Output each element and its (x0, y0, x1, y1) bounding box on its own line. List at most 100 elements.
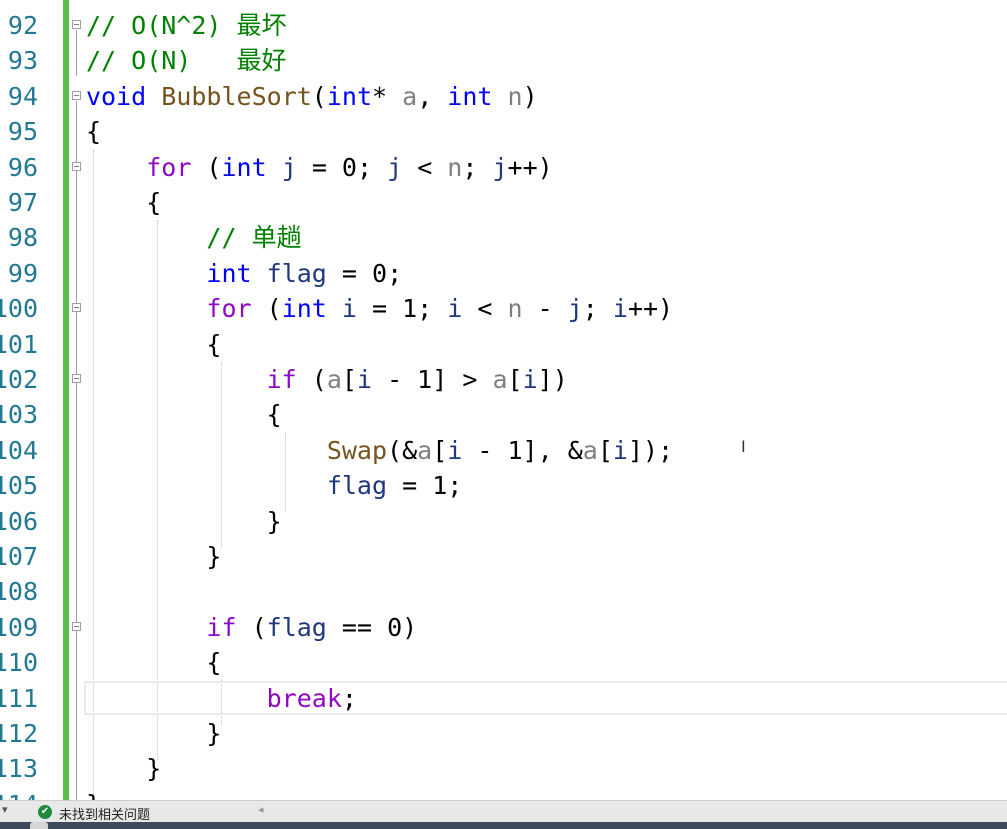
line-number: 93 (7, 46, 38, 76)
code-line[interactable]: { (86, 185, 161, 220)
code-token: break (266, 683, 342, 713)
code-token: a (326, 365, 342, 394)
code-line[interactable]: int flag = 0; (86, 256, 402, 291)
code-token: n (507, 294, 523, 324)
code-token: < (402, 152, 448, 182)
code-token: , (417, 81, 448, 111)
code-token: i (447, 294, 463, 324)
line-number: 104 (0, 435, 38, 465)
code-line[interactable]: { (86, 114, 101, 149)
line-number: 101 (0, 329, 38, 359)
code-token: ( (251, 294, 282, 324)
code-token: int (221, 152, 267, 182)
dropdown-arrow-icon[interactable]: ▾ (2, 803, 8, 816)
code-token: [ (597, 435, 613, 465)
code-token: } (86, 754, 162, 784)
code-token: for (206, 294, 252, 324)
code-token: * (372, 81, 403, 111)
fold-toggle-icon[interactable] (72, 622, 81, 631)
code-token: ; (582, 294, 613, 324)
code-token: i (522, 365, 538, 394)
line-number: 99 (7, 258, 38, 288)
code-token: = 0; (296, 152, 388, 182)
code-token: ; (462, 152, 493, 182)
change-tracking-bar (63, 0, 69, 800)
code-token: i (356, 365, 373, 394)
code-token: (& (387, 435, 418, 465)
code-line[interactable]: } (86, 716, 221, 751)
code-line[interactable]: break; (86, 681, 357, 716)
code-editor[interactable]: 92 93 94 95 96 97 98 99 100 101 102 103 104 105 106 107… (0, 0, 1007, 800)
code-token: for (146, 152, 192, 182)
line-number: 96 (7, 152, 38, 182)
fold-toggle-icon[interactable] (72, 20, 81, 29)
code-token: n (507, 81, 523, 111)
code-token: = 1; (356, 294, 448, 324)
fold-toggle-icon[interactable] (72, 374, 81, 383)
code-token: // O(N^2) 最坏 (86, 11, 287, 40)
code-token: n (447, 152, 463, 182)
code-line[interactable]: } (86, 751, 161, 786)
line-number: 106 (0, 506, 38, 536)
code-line[interactable]: { (86, 645, 221, 680)
line-number: 92 (7, 11, 38, 40)
code-token: } (86, 506, 282, 536)
code-token: { (86, 329, 222, 359)
code-line[interactable]: // 单趟 (86, 220, 301, 255)
code-token: flag (266, 612, 327, 642)
code-token: j (492, 152, 508, 182)
code-line[interactable]: Swap(&a[i - 1], &a[i]); (86, 433, 673, 468)
fold-line (76, 101, 77, 800)
issues-status-text[interactable]: 未找到相关问题 (59, 804, 150, 823)
code-line[interactable]: for (int i = 1; i < n - j; i++) (86, 291, 673, 326)
code-line[interactable]: if (a[i - 1] > a[i]) (86, 362, 568, 397)
code-token: } (86, 542, 222, 571)
scroll-left-icon[interactable]: ◂ (258, 803, 264, 816)
code-token: = 1; (387, 471, 463, 501)
code-token: [ (341, 365, 357, 394)
fold-toggle-icon[interactable] (72, 303, 81, 312)
code-token: - 1] > (372, 365, 493, 394)
code-line[interactable]: // O(N^2) 最坏 (86, 8, 287, 43)
fold-toggle-icon[interactable] (72, 91, 81, 100)
fold-toggle-icon[interactable] (72, 162, 81, 171)
bottom-tab[interactable] (30, 822, 48, 829)
code-token: j (281, 152, 297, 182)
code-line[interactable]: { (86, 397, 282, 432)
line-number: 103 (0, 400, 38, 430)
code-line[interactable]: } (86, 539, 221, 574)
line-number: 102 (0, 365, 38, 394)
code-line[interactable]: if (flag == 0) (86, 610, 417, 645)
code-token: Swap (326, 435, 388, 465)
code-line[interactable]: { (86, 327, 221, 362)
code-token: } (86, 790, 101, 800)
code-line[interactable]: } (86, 504, 282, 539)
code-token: j (567, 294, 583, 324)
code-line[interactable]: // O(N) 最好 (86, 43, 287, 78)
line-number: 95 (7, 117, 38, 147)
line-number: 109 (0, 612, 38, 642)
line-number: 112 (0, 719, 38, 748)
code-token: j (387, 152, 403, 182)
check-circle-icon[interactable]: ✔ (38, 805, 52, 819)
code-line[interactable]: } (86, 787, 101, 800)
code-token: ]); (627, 435, 674, 465)
code-line[interactable]: for (int j = 0; j < n; j++) (86, 150, 552, 185)
code-token: if (206, 612, 237, 642)
code-token: ( (191, 152, 222, 182)
code-line[interactable]: void BubbleSort(int* a, int n) (86, 79, 538, 114)
code-token: { (86, 117, 102, 147)
code-token: i (612, 294, 628, 324)
code-token: flag (266, 258, 327, 288)
code-token: i (341, 294, 357, 324)
code-token: ++) (627, 294, 674, 324)
code-token: void (86, 81, 147, 111)
code-line[interactable]: flag = 1; (86, 468, 462, 503)
